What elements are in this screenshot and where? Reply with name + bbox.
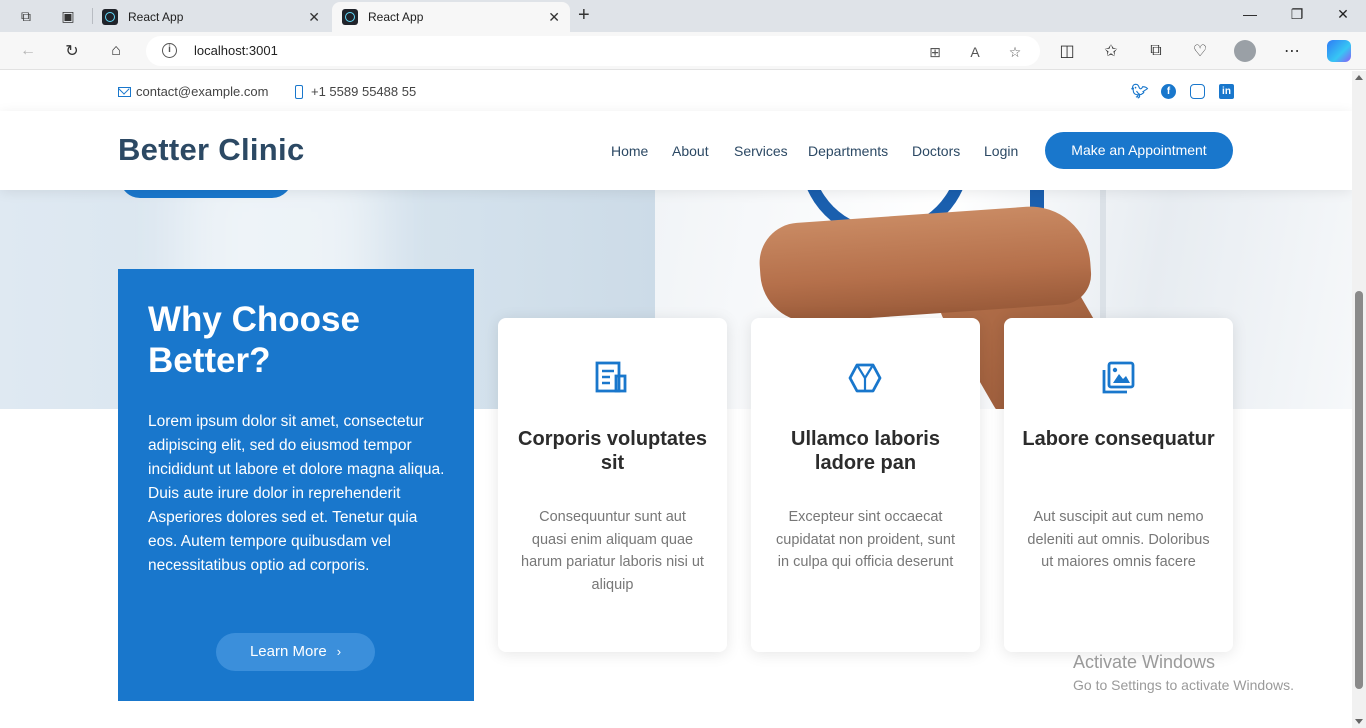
feature-card: Labore consequatur Aut suscipit aut cum … xyxy=(1004,318,1233,652)
images-icon xyxy=(1102,361,1135,394)
scroll-down-icon[interactable] xyxy=(1355,719,1363,724)
why-text: Lorem ipsum dolor sit amet, consectetur … xyxy=(148,413,445,574)
learn-more-button[interactable]: Learn More › xyxy=(216,633,375,671)
window-close-icon[interactable]: ✕ xyxy=(1333,6,1353,23)
feature-card: Ullamco laboris ladore pan Excepteur sin… xyxy=(751,318,980,652)
hero-button-partial[interactable] xyxy=(120,190,292,198)
split-screen-icon[interactable]: ◫ xyxy=(1057,41,1077,61)
page-scrollbar[interactable] xyxy=(1352,71,1366,728)
card-text: Consequuntur sunt aut quasi enim aliquam… xyxy=(521,509,704,593)
tab-close-icon[interactable]: ✕ xyxy=(308,9,320,26)
tab-close-icon[interactable]: ✕ xyxy=(548,9,560,26)
why-choose-box: Why Choose Better? Lorem ipsum dolor sit… xyxy=(118,269,474,701)
web-page: contact@example.com +1 5589 55488 55 🐦︎ … xyxy=(0,71,1352,728)
url-field[interactable]: i localhost:3001 ⊞ A ☆ xyxy=(146,36,1040,66)
browser-tab-bar: ⧉ ▣ React App ✕ React App ✕ + — ❐ ✕ xyxy=(0,0,1366,32)
tab-title: React App xyxy=(368,10,424,24)
card-title: Ullamco laboris ladore pan xyxy=(791,428,940,474)
browser-essentials-icon[interactable]: ♡ xyxy=(1190,41,1210,61)
nav-login[interactable]: Login xyxy=(984,143,1018,159)
favorites-icon[interactable]: ✩ xyxy=(1101,41,1121,61)
vertical-tabs-icon[interactable]: ▣ xyxy=(58,6,78,26)
collections-icon[interactable]: ⧉ xyxy=(1146,41,1166,61)
home-icon[interactable]: ⌂ xyxy=(106,41,126,61)
nav-home[interactable]: Home xyxy=(611,143,648,159)
twitter-icon[interactable]: 🐦︎ xyxy=(1131,84,1149,99)
contact-email[interactable]: contact@example.com xyxy=(118,84,268,99)
why-title: Why Choose Better? xyxy=(148,300,360,380)
facebook-icon[interactable]: f xyxy=(1161,84,1176,99)
tab-inactive[interactable]: React App ✕ xyxy=(92,2,330,32)
restore-icon[interactable]: ❐ xyxy=(1287,6,1307,23)
activate-windows-watermark: Activate Windows Go to Settings to activ… xyxy=(1073,652,1294,693)
react-favicon-icon xyxy=(102,9,118,25)
instagram-icon[interactable] xyxy=(1190,84,1205,99)
cube-icon xyxy=(848,363,882,393)
card-text: Excepteur sint occaecat cupidatat non pr… xyxy=(776,509,955,570)
tab-active[interactable]: React App ✕ xyxy=(332,2,570,32)
scroll-up-icon[interactable] xyxy=(1355,75,1363,80)
nav-about[interactable]: About xyxy=(672,143,709,159)
contact-phone: +1 5589 55488 55 xyxy=(295,84,416,99)
make-appointment-button[interactable]: Make an Appointment xyxy=(1045,132,1233,169)
card-title: Labore consequatur xyxy=(1022,428,1215,450)
site-logo[interactable]: Better Clinic xyxy=(118,132,305,168)
linkedin-icon[interactable]: in xyxy=(1219,84,1234,99)
url-text: localhost:3001 xyxy=(194,43,278,58)
favorite-star-icon[interactable]: ☆ xyxy=(1006,43,1024,61)
chevron-right-icon: › xyxy=(336,644,342,659)
copilot-icon[interactable] xyxy=(1327,40,1351,62)
apps-icon[interactable]: ⊞ xyxy=(926,43,944,61)
nav-services[interactable]: Services xyxy=(734,143,788,159)
react-favicon-icon xyxy=(342,9,358,25)
nav-doctors[interactable]: Doctors xyxy=(912,143,960,159)
receipt-icon xyxy=(595,361,627,393)
workspaces-icon[interactable]: ⧉ xyxy=(16,6,36,26)
card-text: Aut suscipit aut cum nemo deleniti aut o… xyxy=(1027,509,1210,570)
read-aloud-icon[interactable]: A xyxy=(966,43,984,61)
envelope-icon xyxy=(118,86,131,97)
contact-topbar: contact@example.com +1 5589 55488 55 🐦︎ … xyxy=(0,71,1352,111)
new-tab-icon[interactable]: + xyxy=(578,4,590,27)
site-info-icon[interactable]: i xyxy=(162,43,177,58)
nav-departments[interactable]: Departments xyxy=(808,143,888,159)
phone-icon xyxy=(295,84,303,99)
back-icon[interactable]: ← xyxy=(18,41,38,61)
address-bar: ← ↻ ⌂ i localhost:3001 ⊞ A ☆ ◫ ✩ ⧉ ♡ ⋯ xyxy=(0,32,1366,70)
more-options-icon[interactable]: ⋯ xyxy=(1282,41,1302,61)
site-header: Better Clinic Home About Services Depart… xyxy=(0,111,1352,190)
feature-card: Corporis voluptates sit Consequuntur sun… xyxy=(498,318,727,652)
minimize-icon[interactable]: — xyxy=(1240,6,1260,22)
profile-avatar[interactable] xyxy=(1234,40,1256,62)
scrollbar-thumb[interactable] xyxy=(1355,291,1363,689)
refresh-icon[interactable]: ↻ xyxy=(62,41,82,61)
card-title: Corporis voluptates sit xyxy=(518,428,707,474)
tab-title: React App xyxy=(128,10,184,24)
